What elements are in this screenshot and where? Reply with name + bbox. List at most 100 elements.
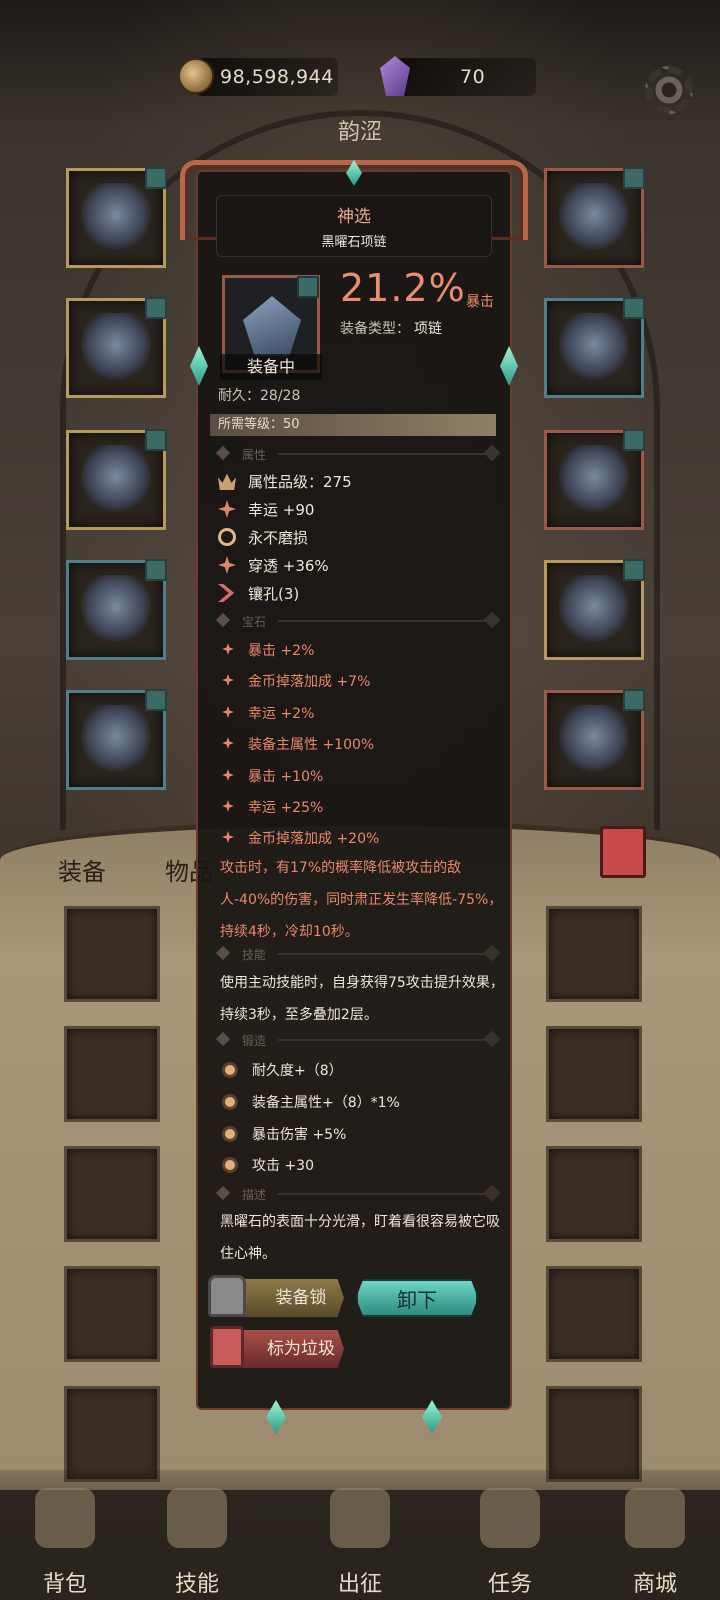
spark-icon (222, 831, 234, 843)
shop-crown-icon (625, 1488, 685, 1548)
section-header-gems: 宝石 (215, 611, 501, 629)
mark-junk-button[interactable]: 标为垃圾 (236, 1330, 344, 1368)
diamond-icon (215, 612, 231, 628)
bag-cell[interactable] (546, 1386, 642, 1482)
forge-bonus-text: 攻击 +30 (252, 1158, 314, 1174)
divider (278, 1039, 488, 1041)
gem-bonus-row: 暴击 +2% (222, 640, 314, 660)
gold-counter: 98,598,944 (196, 58, 338, 96)
divider (278, 1193, 488, 1195)
trash-icon[interactable] (600, 826, 646, 878)
spark-icon (222, 737, 234, 749)
required-level: 所需等级：50 (210, 414, 496, 436)
spark-icon (222, 706, 234, 718)
nav-label: 技能 (174, 1572, 219, 1597)
crown-icon (218, 473, 236, 490)
gem-bonus-text: 装备主属性 +100% (248, 737, 375, 753)
diamond-icon (483, 1184, 501, 1202)
diamond-icon (215, 1185, 231, 1201)
nav-skills[interactable]: 技能 (132, 1470, 262, 1600)
forge-dot-icon (222, 1062, 238, 1078)
gem-bonus-text: 金币掉落加成 +7% (248, 674, 371, 690)
bag-cell[interactable] (64, 1026, 160, 1122)
equip-slot-pants[interactable] (66, 559, 167, 660)
bag-cell[interactable] (546, 1146, 642, 1242)
gold-coin-icon (178, 58, 214, 94)
amulet-icon (559, 445, 629, 515)
bag-cell[interactable] (546, 1266, 642, 1362)
divider (278, 620, 488, 622)
unequip-button[interactable]: 卸下 (356, 1279, 478, 1317)
nav-backpack[interactable]: 背包 (0, 1470, 130, 1600)
attribute-text: 穿透 +36% (248, 557, 329, 575)
bag-cell[interactable] (64, 1266, 160, 1362)
section-header-forge: 锻造 (215, 1030, 501, 1048)
spark-icon (222, 674, 234, 686)
equip-slot-weapon[interactable] (544, 559, 645, 660)
boots-icon (81, 705, 151, 775)
equip-slot-ring[interactable] (544, 297, 645, 398)
lantern-icon (210, 1326, 244, 1368)
diamond-icon (215, 445, 231, 461)
forge-dot-icon (222, 1126, 238, 1142)
nav-expedition[interactable]: 出征 (295, 1470, 425, 1600)
sword-icon (330, 1488, 390, 1548)
section-label: 属性 (242, 448, 267, 462)
bag-cell[interactable] (546, 1026, 642, 1122)
attribute-text: 永不磨损 (248, 529, 309, 547)
section-header-skills: 技能 (215, 944, 501, 962)
nav-label: 商城 (632, 1572, 677, 1597)
spark-icon (222, 800, 234, 812)
ring-icon (559, 313, 629, 383)
gem-bonus-row: 装备主属性 +100% (222, 734, 374, 754)
equip-slot-gloves[interactable] (66, 429, 167, 530)
bag-tab-equipment[interactable]: 装备 (58, 852, 106, 887)
gem-bonus-text: 暴击 +10% (248, 769, 324, 785)
section-header-description: 描述 (215, 1184, 501, 1202)
attribute-row: 镶孔(3) (218, 583, 299, 604)
necklace-icon (243, 296, 301, 356)
item-type: 装备类型： 项链 (340, 318, 442, 338)
gem-bonus-text: 幸运 +25% (248, 800, 324, 816)
chevron-icon (218, 584, 235, 602)
gem-bonus-row: 暴击 +10% (222, 766, 323, 786)
nav-label: 出征 (337, 1572, 382, 1597)
equip-slot-book[interactable] (544, 689, 645, 790)
attribute-text: 镶孔(3) (248, 585, 300, 603)
diamond-icon (215, 945, 231, 961)
attribute-row: 穿透 +36% (218, 555, 329, 576)
bag-cell[interactable] (64, 1146, 160, 1242)
ring-icon (218, 528, 236, 546)
book-icon (559, 705, 629, 775)
equip-slot-necklace[interactable] (544, 167, 645, 268)
attribute-row: 属性品级：275 (218, 471, 352, 492)
bag-cell[interactable] (64, 1386, 160, 1482)
spark-icon (222, 643, 234, 655)
equip-slot-amulet[interactable] (544, 429, 645, 530)
settings-gear-icon[interactable] (645, 66, 693, 114)
equip-lock-button[interactable]: 装备锁 (236, 1279, 344, 1317)
item-type-label: 装备类型： (340, 321, 410, 337)
divider (278, 453, 488, 455)
gem-bonus-text: 暴击 +2% (248, 643, 315, 659)
gem-amount: 70 (460, 66, 486, 88)
nav-quests[interactable]: 任务 (445, 1470, 575, 1600)
forge-bonus-text: 暴击伤害 +5% (252, 1127, 347, 1143)
necklace-icon (559, 183, 629, 253)
attribute-text: 属性品级：275 (248, 473, 352, 491)
section-label: 锻造 (242, 1034, 267, 1048)
item-badge-icon (297, 276, 319, 298)
bag-cell[interactable] (64, 906, 160, 1002)
gem-bonus-text: 金币掉落加成 +20% (248, 831, 380, 847)
lock-icon (208, 1275, 246, 1317)
equip-slot-helmet[interactable] (66, 167, 167, 268)
diamond-icon (215, 1031, 231, 1047)
main-stat-value: 21.2% (340, 266, 466, 310)
section-header-attributes: 属性 (215, 444, 501, 462)
equip-slot-armor[interactable] (66, 297, 167, 398)
equip-slot-boots[interactable] (66, 689, 167, 790)
star-icon (218, 500, 236, 518)
nav-label: 背包 (42, 1572, 87, 1597)
bag-cell[interactable] (546, 906, 642, 1002)
nav-shop[interactable]: 商城 (590, 1470, 720, 1600)
